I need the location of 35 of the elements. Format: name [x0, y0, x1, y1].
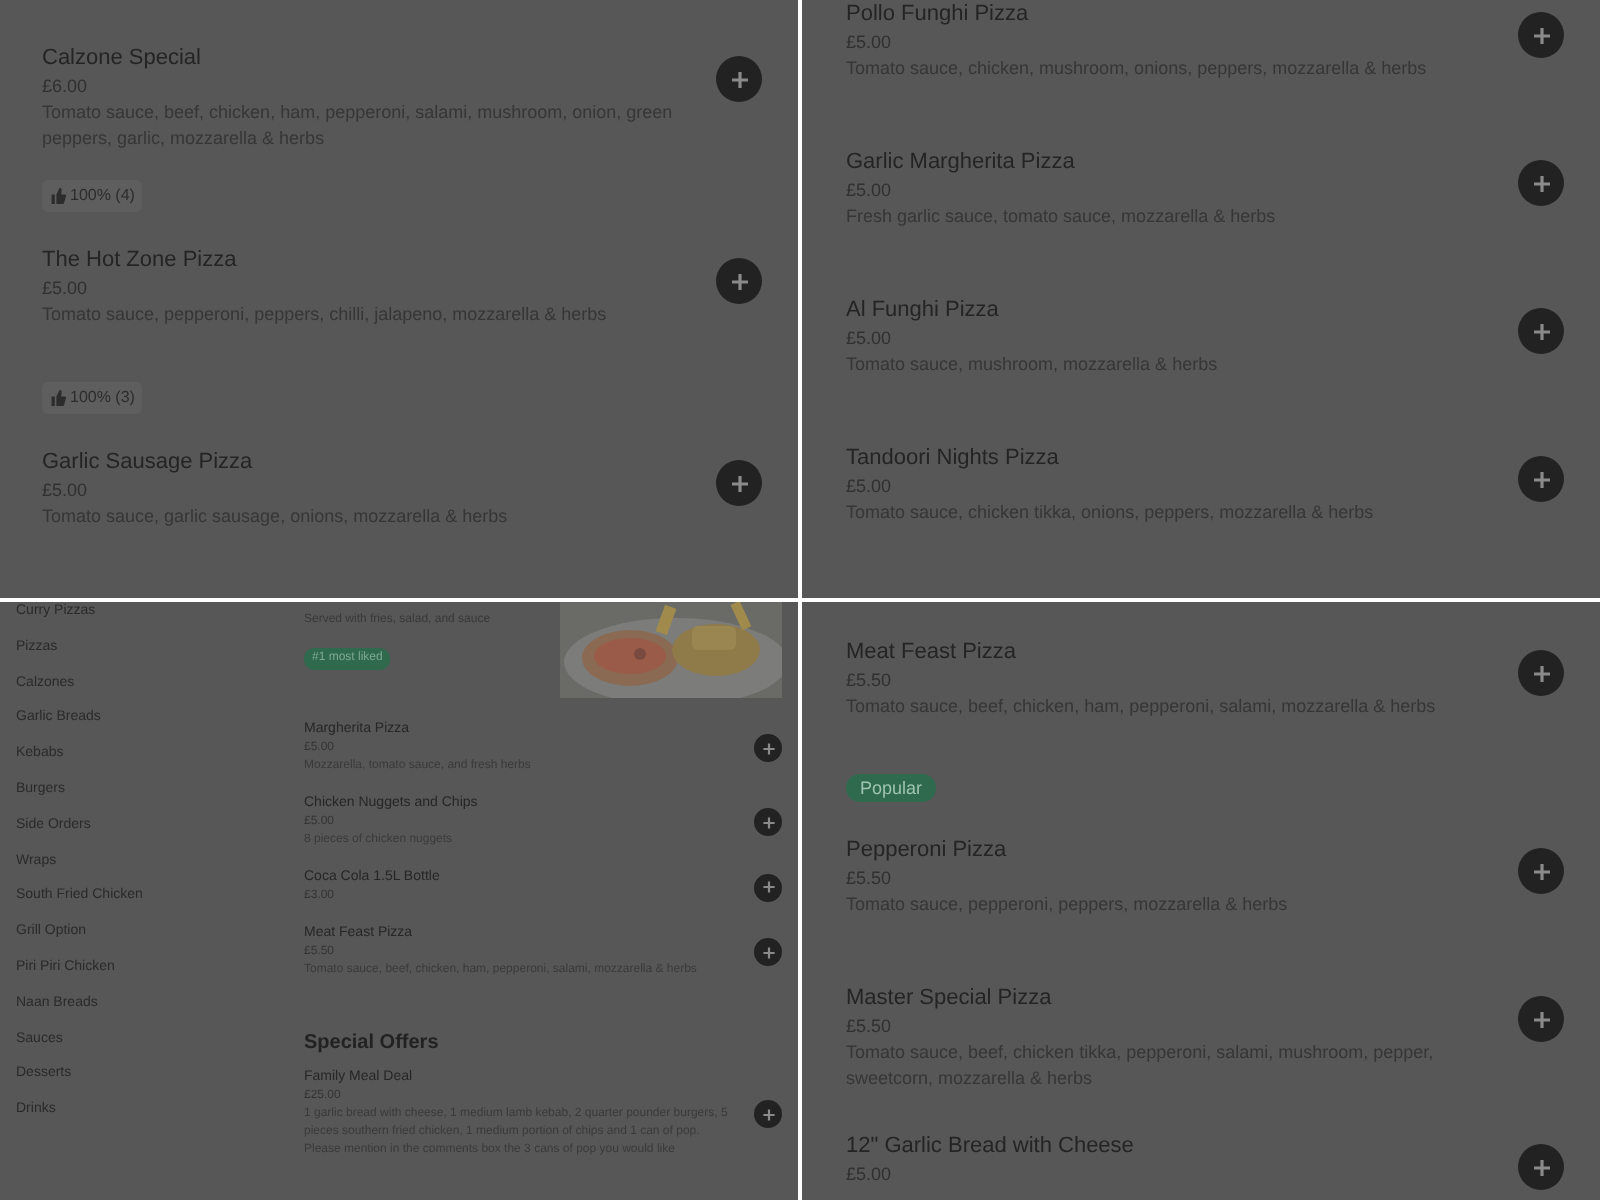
plus-icon — [1531, 861, 1551, 881]
add-button[interactable] — [716, 258, 762, 304]
plus-icon — [1531, 469, 1551, 489]
add-button[interactable] — [1518, 456, 1564, 502]
add-button[interactable] — [754, 938, 782, 966]
plus-icon — [761, 1107, 775, 1121]
plus-icon — [729, 69, 749, 89]
plus-icon — [761, 741, 775, 755]
plus-icon — [761, 945, 775, 959]
add-button[interactable] — [754, 873, 782, 901]
plus-icon — [1531, 173, 1551, 193]
add-button[interactable] — [1518, 308, 1564, 354]
plus-icon — [729, 473, 749, 493]
add-button[interactable] — [754, 1100, 782, 1128]
add-button[interactable] — [716, 56, 762, 102]
popular-tag: Popular — [846, 774, 937, 802]
add-button[interactable] — [1518, 650, 1564, 696]
plus-icon — [761, 880, 775, 894]
add-button[interactable] — [1518, 996, 1564, 1042]
thumbs-up-icon — [50, 390, 66, 406]
plus-icon — [1531, 1157, 1551, 1177]
plus-icon — [1531, 1009, 1551, 1029]
add-button[interactable] — [1518, 848, 1564, 894]
thumbs-up-icon — [50, 188, 66, 204]
add-button[interactable] — [754, 808, 782, 836]
add-button[interactable] — [716, 460, 762, 506]
plus-icon — [1531, 663, 1551, 683]
add-button[interactable] — [1518, 12, 1564, 58]
add-button[interactable] — [1518, 1144, 1564, 1190]
plus-icon — [1531, 25, 1551, 45]
plus-icon — [1531, 321, 1551, 341]
add-button[interactable] — [754, 734, 782, 762]
add-button[interactable] — [1518, 160, 1564, 206]
plus-icon — [729, 271, 749, 291]
plus-icon — [761, 815, 775, 829]
